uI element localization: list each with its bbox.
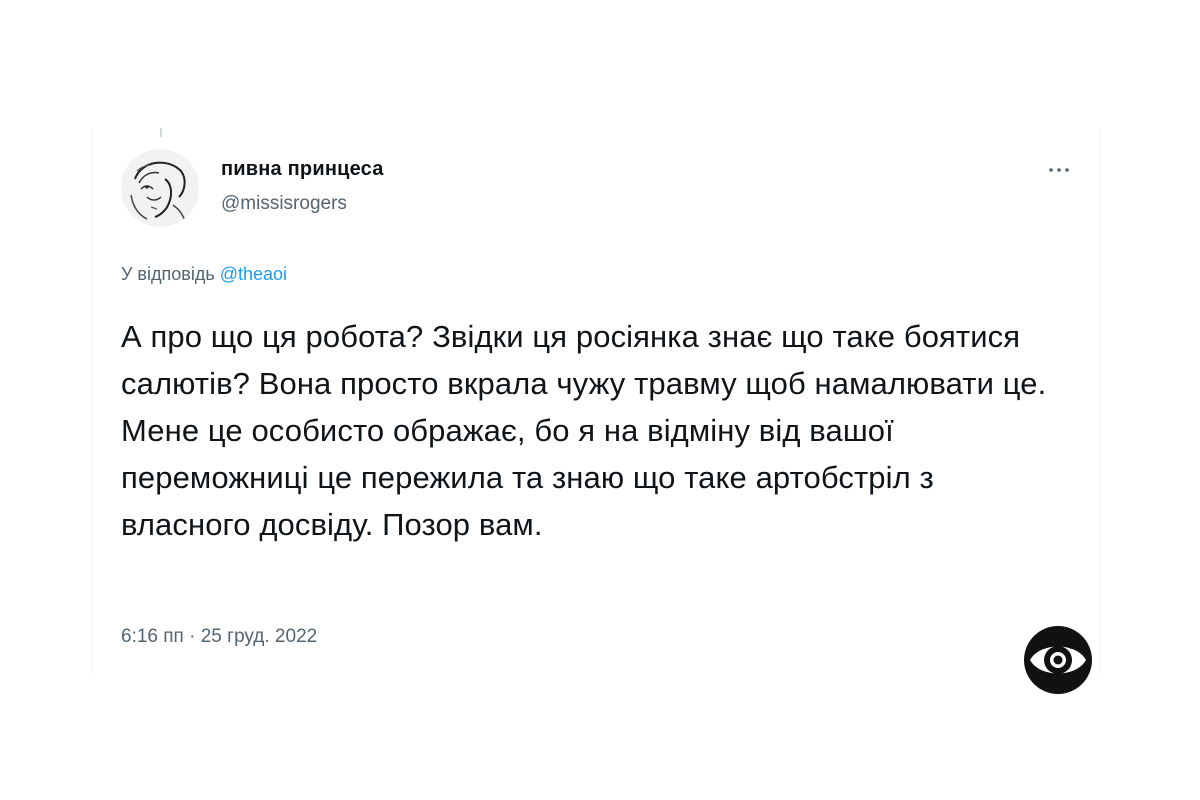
more-options-button[interactable] <box>1042 158 1076 182</box>
tweet-text: А про що ця робота? Звідки ця росіянка з… <box>121 319 1047 542</box>
reply-context: У відповідь @theaoi <box>121 264 287 285</box>
author-display-name[interactable]: пивна принцеса <box>221 158 384 181</box>
more-dots-icon <box>1049 168 1069 172</box>
reply-mention-link[interactable]: @theaoi <box>220 264 287 284</box>
reply-prefix: У відповідь <box>121 264 220 284</box>
avatar[interactable] <box>121 149 199 227</box>
author-handle[interactable]: @missisrogers <box>221 193 347 215</box>
eye-logo-icon <box>1024 626 1092 694</box>
page: пивна принцеса @missisrogers У відповідь… <box>0 0 1200 800</box>
watermark-logo <box>1022 624 1094 696</box>
avatar-sketch-icon <box>121 149 199 227</box>
tweet-timestamp[interactable]: 6:16 пп · 25 груд. 2022 <box>121 626 317 648</box>
thread-line <box>160 128 162 137</box>
